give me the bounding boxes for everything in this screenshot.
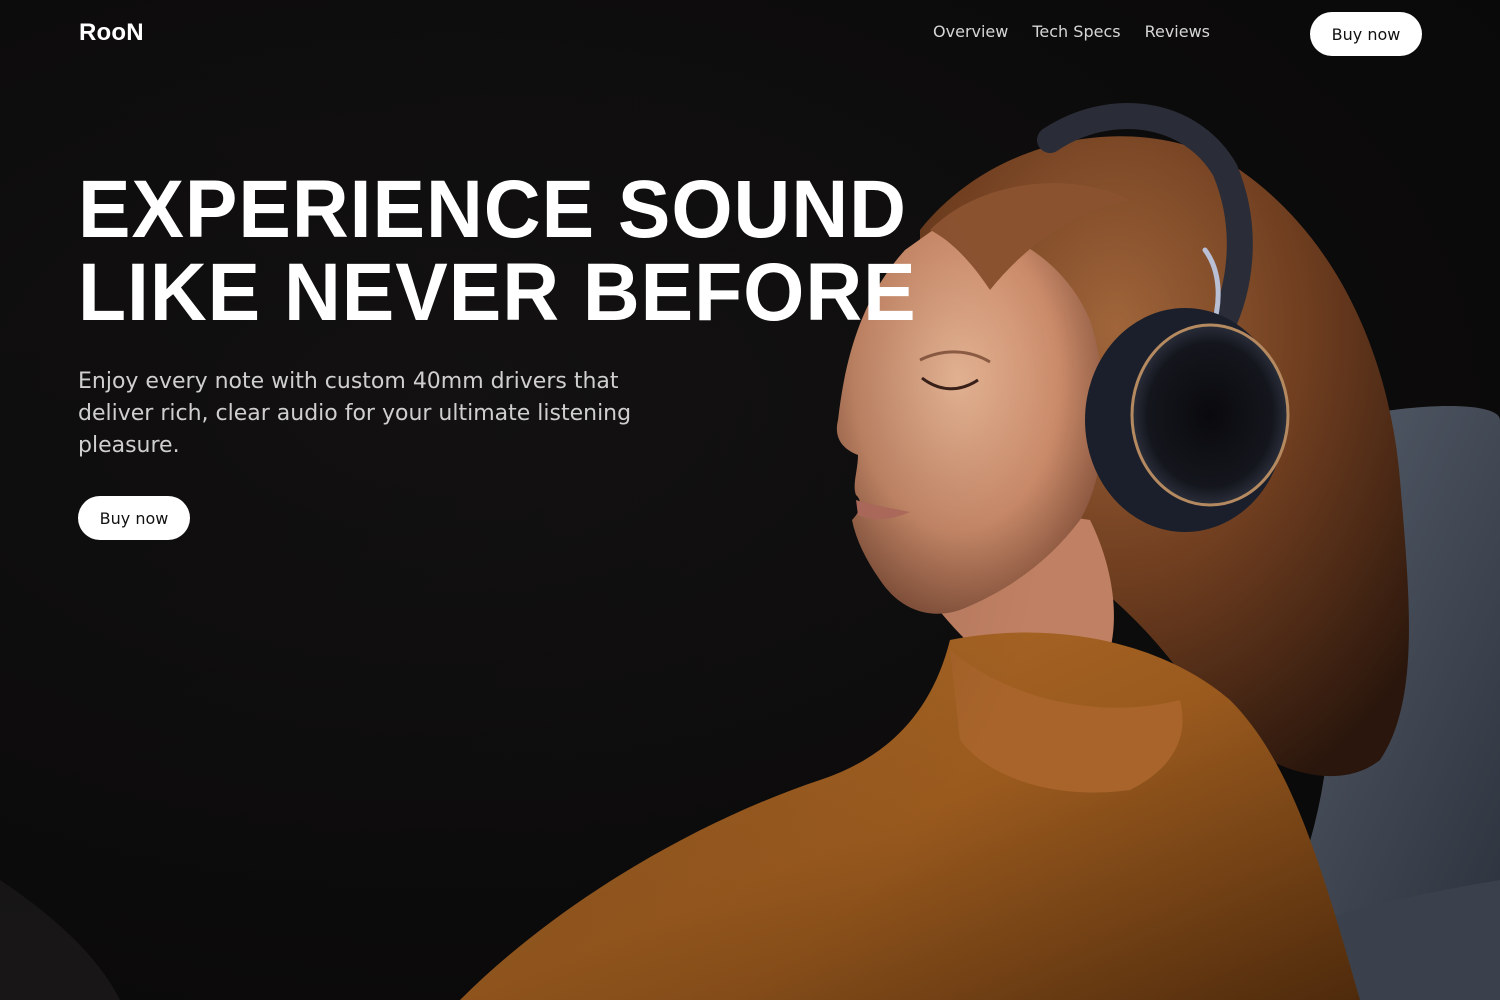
hero-headline-line-1: EXPERIENCE SOUND xyxy=(78,164,907,255)
nav-buy-now-button[interactable]: Buy now xyxy=(1310,12,1422,56)
hero-headline: EXPERIENCE SOUND LIKE NEVER BEFORE xyxy=(78,168,917,334)
nav-link-overview[interactable]: Overview xyxy=(933,22,1008,41)
hero-image xyxy=(0,0,1500,1000)
brand-logo[interactable]: RooN xyxy=(79,19,144,47)
nav-link-reviews[interactable]: Reviews xyxy=(1145,22,1210,41)
hero-description: Enjoy every note with custom 40mm driver… xyxy=(78,369,632,458)
nav-link-tech-specs[interactable]: Tech Specs xyxy=(1032,22,1120,41)
nav-links: Overview Tech Specs Reviews xyxy=(933,22,1210,41)
landing-page: RooN Overview Tech Specs Reviews Buy now… xyxy=(0,0,1500,1000)
hero-buy-now-button[interactable]: Buy now xyxy=(78,496,190,540)
top-nav: RooN Overview Tech Specs Reviews Buy now xyxy=(0,0,1500,68)
hero-headline-line-2: LIKE NEVER BEFORE xyxy=(78,247,917,338)
